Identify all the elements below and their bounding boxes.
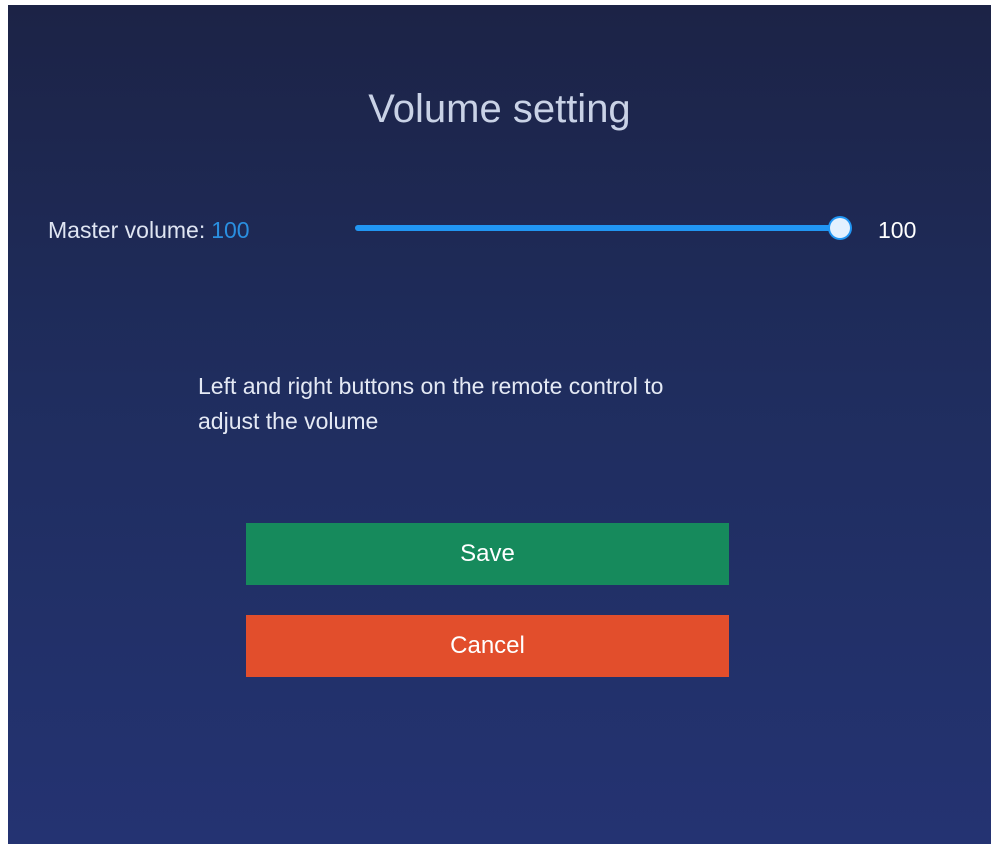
slider-fill (355, 225, 840, 231)
master-volume-value: 100 (211, 217, 250, 243)
volume-setting-dialog: Volume setting Master volume: 100 100 Lef… (8, 5, 991, 844)
dialog-title: Volume setting (368, 87, 631, 131)
cancel-button[interactable]: Cancel (246, 615, 729, 677)
master-volume-label: Master volume: 100 (48, 217, 250, 244)
slider-thumb[interactable] (830, 218, 850, 238)
master-volume-slider[interactable] (355, 217, 850, 239)
slider-value-readout: 100 (878, 217, 917, 243)
save-button[interactable]: Save (246, 523, 729, 585)
master-volume-label-text: Master volume: (48, 217, 206, 243)
hint-text: Left and right buttons on the remote con… (198, 373, 664, 434)
